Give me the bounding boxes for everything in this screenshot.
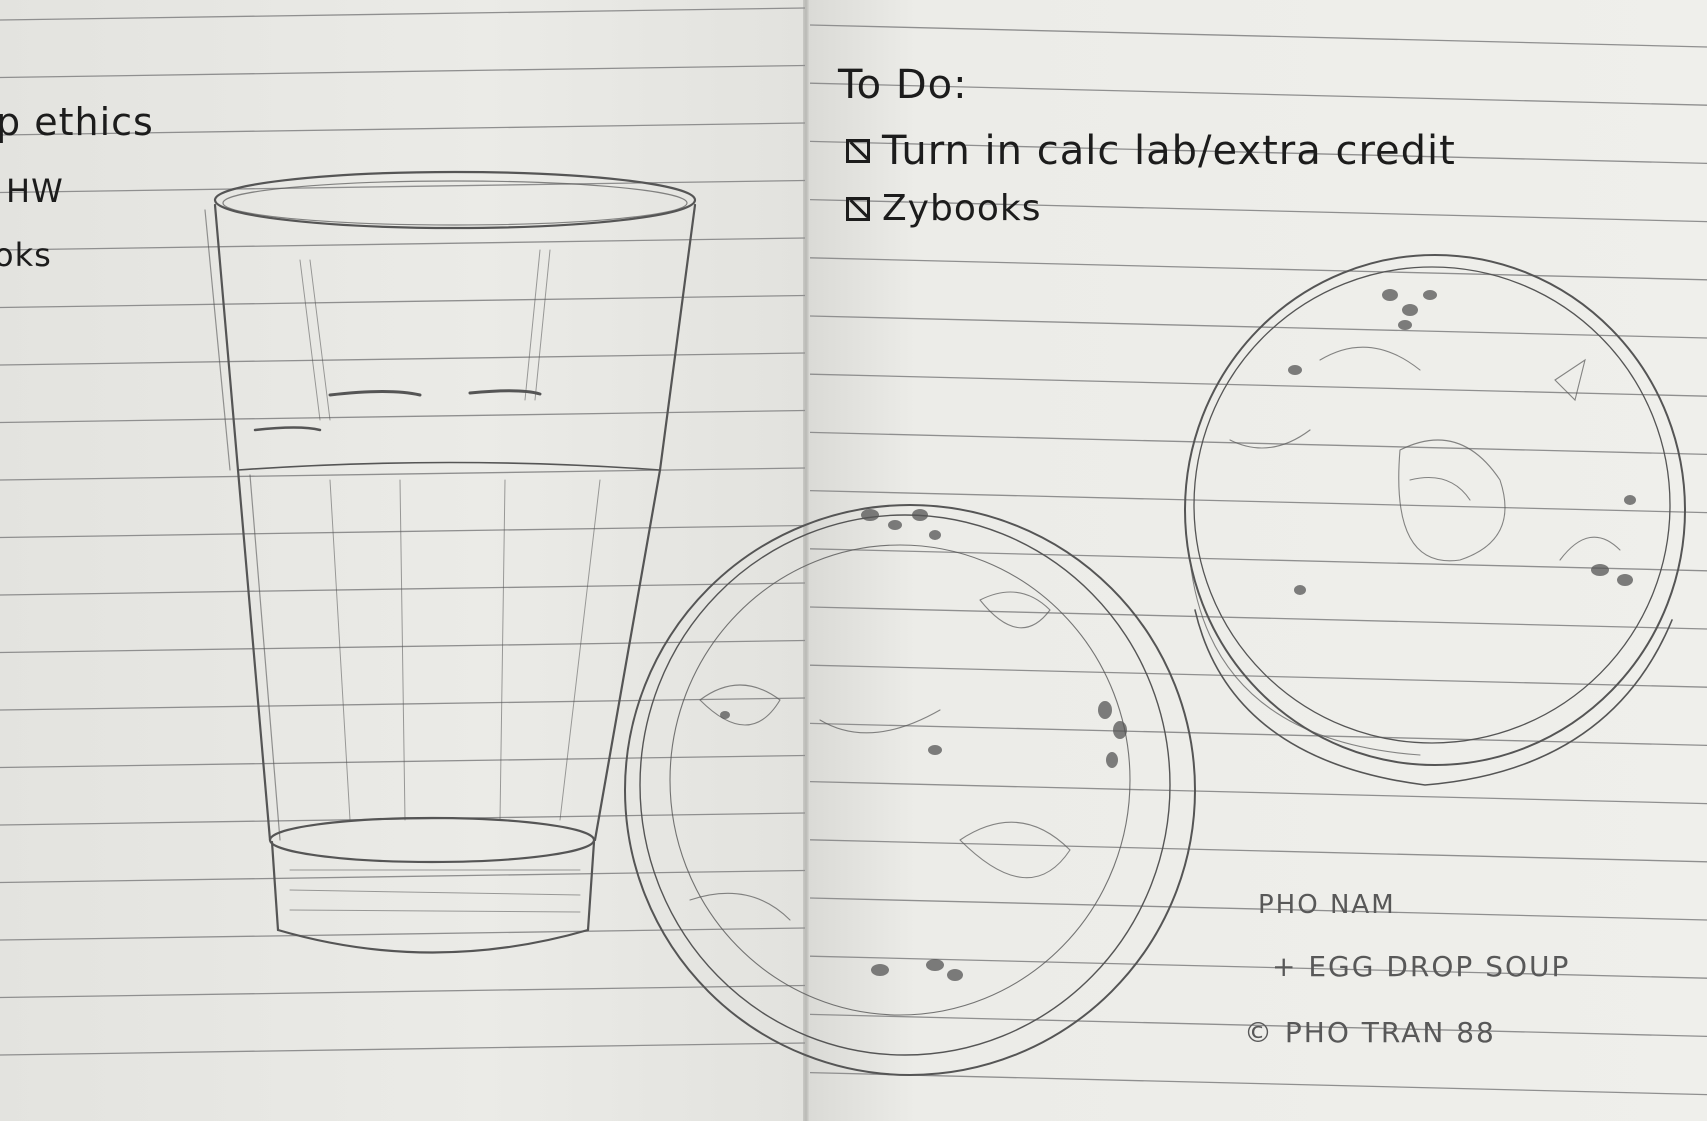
todo-item-label: Zybooks bbox=[882, 188, 1042, 229]
todo-item-calc-lab: Turn in calc lab/extra credit bbox=[846, 128, 1456, 174]
checked-box-icon bbox=[846, 196, 870, 221]
todo-item-label: Turn in calc lab/extra credit bbox=[882, 128, 1456, 174]
caption-line-3: © PHO TRAN 88 bbox=[1244, 1016, 1496, 1049]
caption-line-2: + EGG DROP SOUP bbox=[1272, 950, 1571, 983]
todo-title: To Do: bbox=[838, 62, 968, 108]
todo-item-zybooks: Zybooks bbox=[846, 188, 1041, 229]
notebook-spread: p ethics HW oks To Do: Turn in calc lab/… bbox=[0, 0, 1707, 1121]
bowl-sketch-left bbox=[624, 504, 1196, 1076]
bowl-sketch-right bbox=[1184, 254, 1686, 786]
left-note-1: p ethics bbox=[0, 100, 154, 144]
caption-line-1: PHO NAM bbox=[1258, 890, 1396, 920]
left-note-2: HW bbox=[6, 172, 64, 210]
checked-box-icon bbox=[846, 139, 870, 163]
glass-sketch bbox=[204, 170, 697, 954]
left-note-3: oks bbox=[0, 236, 52, 274]
